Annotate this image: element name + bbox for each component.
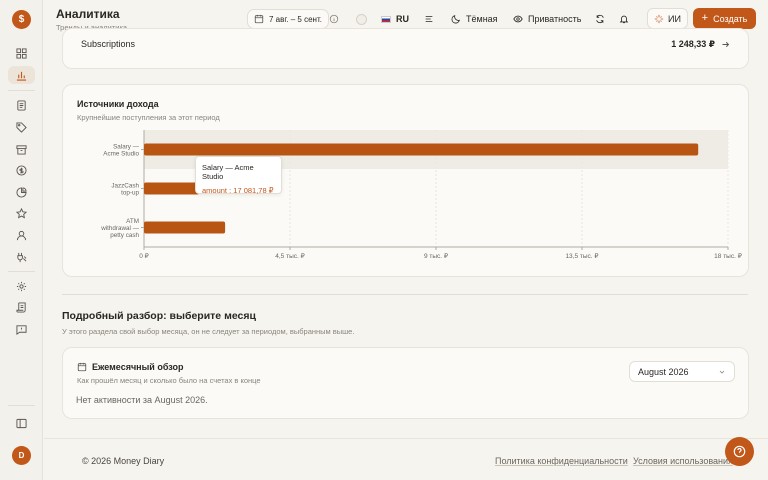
help-button[interactable]: [725, 437, 754, 466]
section-divider: [62, 294, 748, 295]
terms-link[interactable]: Условия использования: [633, 456, 733, 466]
help-icon: [733, 445, 746, 458]
monthly-overview-subtitle: Как прошёл месяц и сколько было на счета…: [77, 376, 261, 385]
tooltip-value: amount : 17 081,78 ₽: [202, 186, 274, 195]
tooltip-title: Salary — Acme Studio: [202, 163, 254, 181]
chevron-down-icon: [719, 370, 725, 374]
category-label: Salary — Acme Studio: [103, 143, 139, 157]
sidebar-divider: [8, 405, 35, 406]
sidebar-item-feedback[interactable]: [8, 320, 35, 338]
empty-state-message: Нет активности за August 2026.: [76, 395, 208, 405]
month-select[interactable]: August 2026: [629, 361, 735, 382]
detail-section-title: Подробный разбор: выберите месяц: [62, 310, 256, 322]
privacy-policy-link[interactable]: Политика конфиденциальности: [495, 456, 628, 466]
x-tick-label: 9 тыс. ₽: [424, 252, 449, 260]
category-label-line: top-up: [121, 189, 139, 196]
monthly-overview-heading: Ежемесячный обзор: [77, 362, 184, 372]
category-label-line: withdrawal —: [100, 225, 139, 232]
category-label-line: Acme Studio: [103, 150, 139, 157]
bar: [144, 221, 226, 234]
calendar-icon: [77, 362, 87, 372]
category-label: ATM withdrawal — petty cash: [100, 218, 139, 239]
category-label: JazzCash top-up: [111, 182, 139, 196]
chart-tooltip: Salary — Acme Studio amount : 17 081,78 …: [195, 156, 282, 195]
category-label-line: ATM: [126, 218, 139, 225]
sidebar-item-scripts[interactable]: [8, 298, 35, 316]
x-tick-label: 0 ₽: [139, 252, 149, 260]
detail-section-subtitle: У этого раздела свой выбор месяца, он не…: [62, 327, 355, 336]
x-tick-label: 4,5 тыс. ₽: [275, 252, 305, 260]
monthly-overview-card: Ежемесячный обзор Как прошёл месяц и ско…: [62, 347, 749, 419]
sidebar-collapse-button[interactable]: [8, 414, 35, 432]
sidebar-toggle-icon: [16, 418, 27, 428]
avatar[interactable]: D: [12, 446, 31, 465]
copyright: © 2026 Money Diary: [82, 456, 165, 466]
month-select-value: August 2026: [638, 366, 689, 377]
income-sources-chart: 0 ₽ 4,5 тыс. ₽ 9 тыс. ₽ 13,5 тыс. ₽ 18 тыс. …: [100, 130, 743, 260]
message-icon: [16, 324, 27, 335]
footer: © 2026 Money Diary Политика конфиденциал…: [44, 438, 768, 480]
scroll-icon: [16, 301, 26, 313]
bar: [144, 143, 699, 156]
x-tick-label: 18 тыс. ₽: [714, 252, 743, 260]
category-label-line: JazzCash: [111, 182, 139, 189]
category-label-line: Salary —: [113, 143, 140, 150]
x-tick-label: 13,5 тыс. ₽: [565, 252, 599, 260]
category-label-line: petty cash: [110, 232, 139, 239]
bar: [144, 182, 200, 195]
gear-icon: [16, 281, 27, 291]
monthly-overview-title: Ежемесячный обзор: [92, 362, 184, 372]
